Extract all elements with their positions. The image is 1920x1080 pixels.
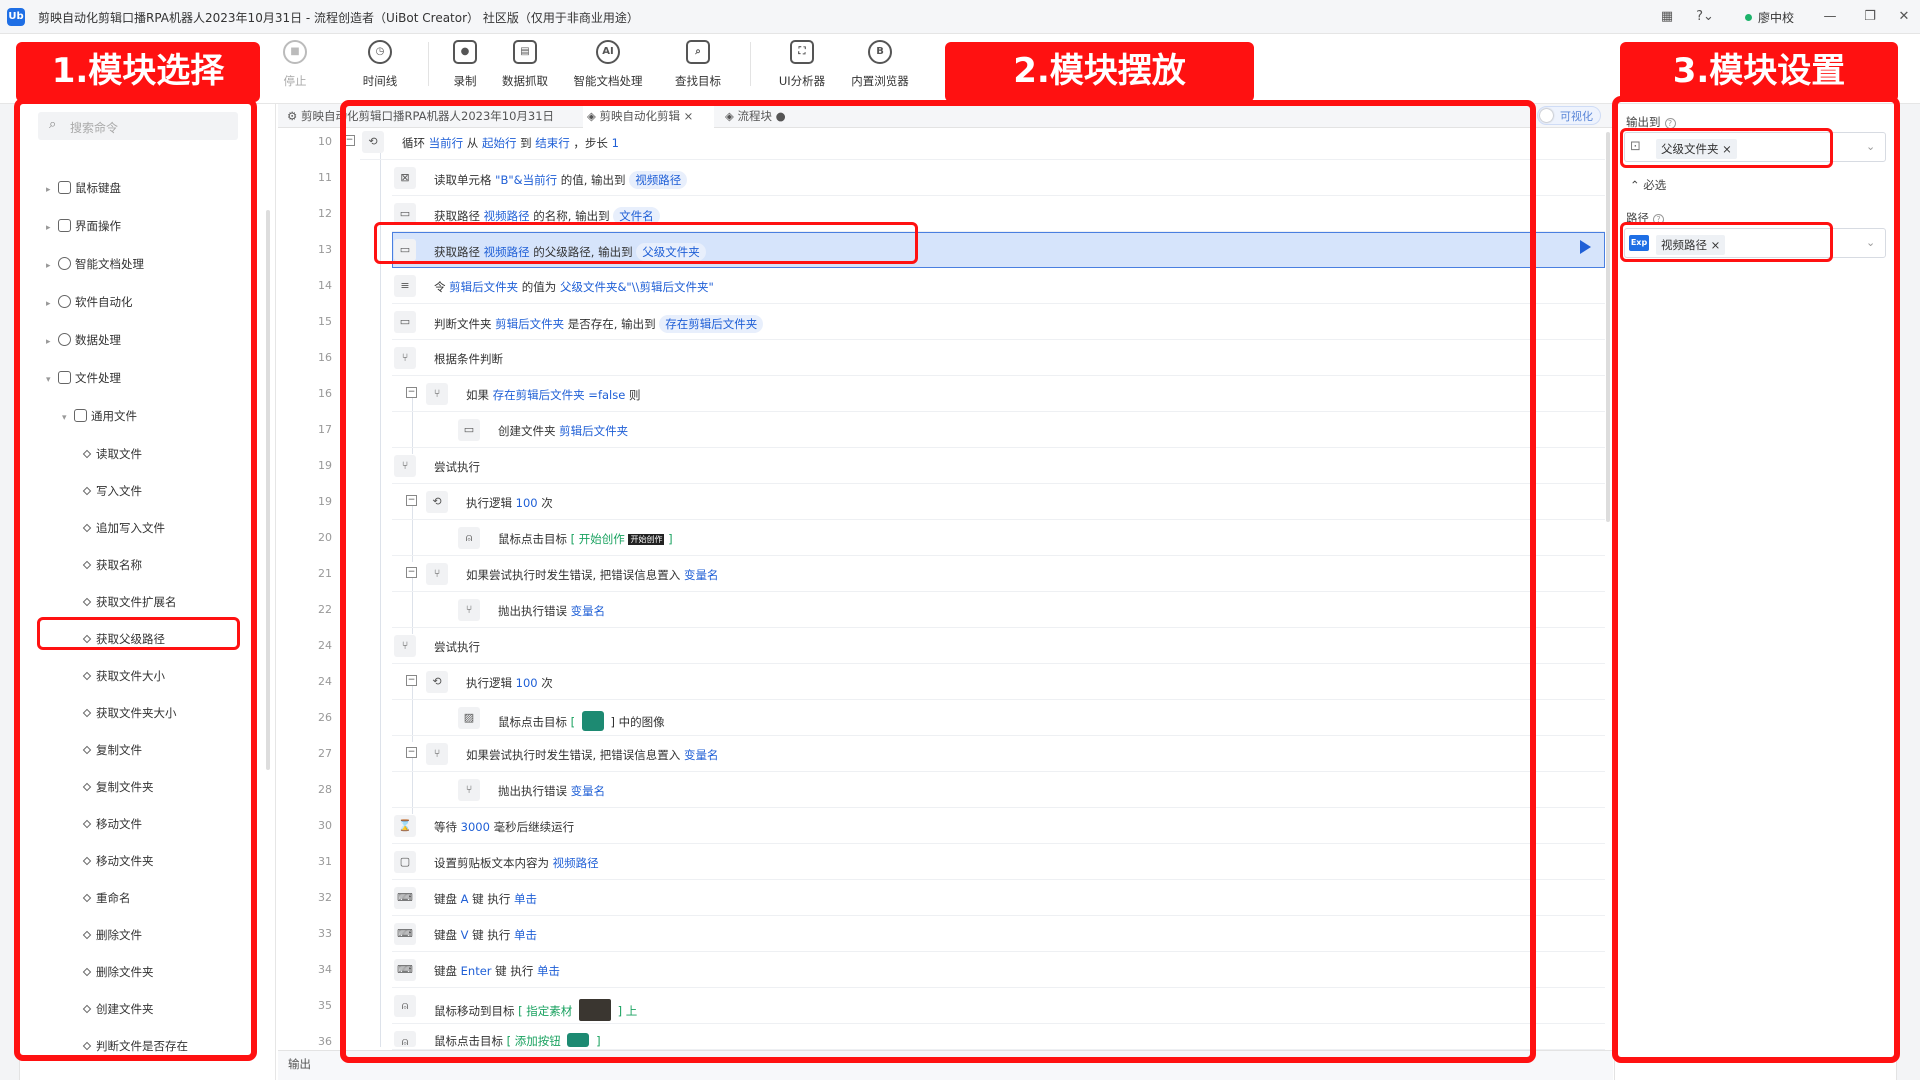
line-number: 14 xyxy=(318,279,332,292)
browser-button[interactable]: B 内置浏览器 xyxy=(840,40,920,89)
close-icon[interactable]: ✕ xyxy=(1894,7,1914,27)
line-number: 21 xyxy=(318,567,332,580)
annotation-title-1: 1.模块选择 xyxy=(16,42,260,102)
editor-scrollbar[interactable] xyxy=(1606,132,1610,522)
find-target-button[interactable]: ⌕ 查找目标 xyxy=(658,40,738,89)
user-menu[interactable]: 廖中校 xyxy=(1758,9,1794,26)
line-number: 30 xyxy=(318,819,332,832)
line-number: 32 xyxy=(318,891,332,904)
line-number: 12 xyxy=(318,207,332,220)
run-line-icon[interactable] xyxy=(1580,240,1591,254)
line-number: 33 xyxy=(318,927,332,940)
timeline-label: 时间线 xyxy=(362,74,398,88)
flow-icon: ⚙ xyxy=(287,109,301,123)
data-scrape-button[interactable]: ▤ 数据抓取 xyxy=(485,40,565,89)
line-number: 17 xyxy=(318,423,332,436)
toggle-knob xyxy=(1540,109,1553,122)
line-number: 13 xyxy=(318,243,332,256)
line-number: 16 xyxy=(318,387,332,400)
line-number: 31 xyxy=(318,855,332,868)
stop-button[interactable]: ■ 停止 xyxy=(255,40,335,89)
line-number: 27 xyxy=(318,747,332,760)
line-number: 16 xyxy=(318,351,332,364)
ui-analyzer-button[interactable]: ⛶ UI分析器 xyxy=(762,40,842,89)
smart-doc-button[interactable]: AI 智能文档处理 xyxy=(568,40,648,89)
layout-icon[interactable]: ▦ xyxy=(1658,7,1676,27)
window-title: 剪映自动化剪辑口播RPA机器人2023年10月31日 - 流程创造者（UiBot… xyxy=(38,11,639,25)
line-number: 36 xyxy=(318,1035,332,1048)
line-number: 10 xyxy=(318,135,332,148)
help-icon[interactable]: ?⌄ xyxy=(1690,7,1720,27)
ui-analyzer-label: UI分析器 xyxy=(778,74,826,88)
line-number: 24 xyxy=(318,675,332,688)
record-icon: ● xyxy=(453,40,477,64)
annotation-title-3: 3.模块设置 xyxy=(1620,42,1898,102)
line-number: 11 xyxy=(318,171,332,184)
line-number: 19 xyxy=(318,459,332,472)
output-label: 输出 xyxy=(288,1057,311,1071)
analyzer-icon: ⛶ xyxy=(790,40,814,64)
restore-icon[interactable]: ❐ xyxy=(1860,7,1880,27)
clock-icon: ◷ xyxy=(368,40,392,64)
annotation-highlight-row xyxy=(374,222,918,264)
find-target-label: 查找目标 xyxy=(675,74,721,88)
line-number: 34 xyxy=(318,963,332,976)
stop-icon: ■ xyxy=(283,40,307,64)
line-number: 22 xyxy=(318,603,332,616)
line-number: 15 xyxy=(318,315,332,328)
browser-label: 内置浏览器 xyxy=(851,74,909,88)
browser-icon: B xyxy=(868,40,892,64)
annotation-highlight-output xyxy=(1620,128,1833,168)
smart-doc-label: 智能文档处理 xyxy=(573,74,643,88)
target-icon: ⌕ xyxy=(686,40,710,64)
app-logo-icon: Ub xyxy=(7,8,25,26)
annotation-highlight-command xyxy=(37,617,240,650)
line-number: 35 xyxy=(318,999,332,1012)
table-icon: ▤ xyxy=(513,40,537,64)
line-number: 28 xyxy=(318,783,332,796)
data-scrape-label: 数据抓取 xyxy=(502,74,548,88)
timeline-button[interactable]: ◷ 时间线 xyxy=(340,40,420,89)
line-number: 26 xyxy=(318,711,332,724)
online-status-icon xyxy=(1745,14,1752,21)
line-number: 20 xyxy=(318,531,332,544)
minimize-icon[interactable]: — xyxy=(1820,7,1840,27)
annotation-box-1 xyxy=(14,98,257,1061)
visual-label: 可视化 xyxy=(1560,110,1593,123)
left-scrollbar[interactable] xyxy=(266,210,270,770)
annotation-title-2: 2.模块摆放 xyxy=(945,42,1254,102)
annotation-highlight-path xyxy=(1620,222,1833,262)
toolbar-divider xyxy=(750,42,751,86)
ai-icon: AI xyxy=(596,40,620,64)
line-number: 24 xyxy=(318,639,332,652)
stop-label: 停止 xyxy=(283,74,307,88)
line-number: 19 xyxy=(318,495,332,508)
